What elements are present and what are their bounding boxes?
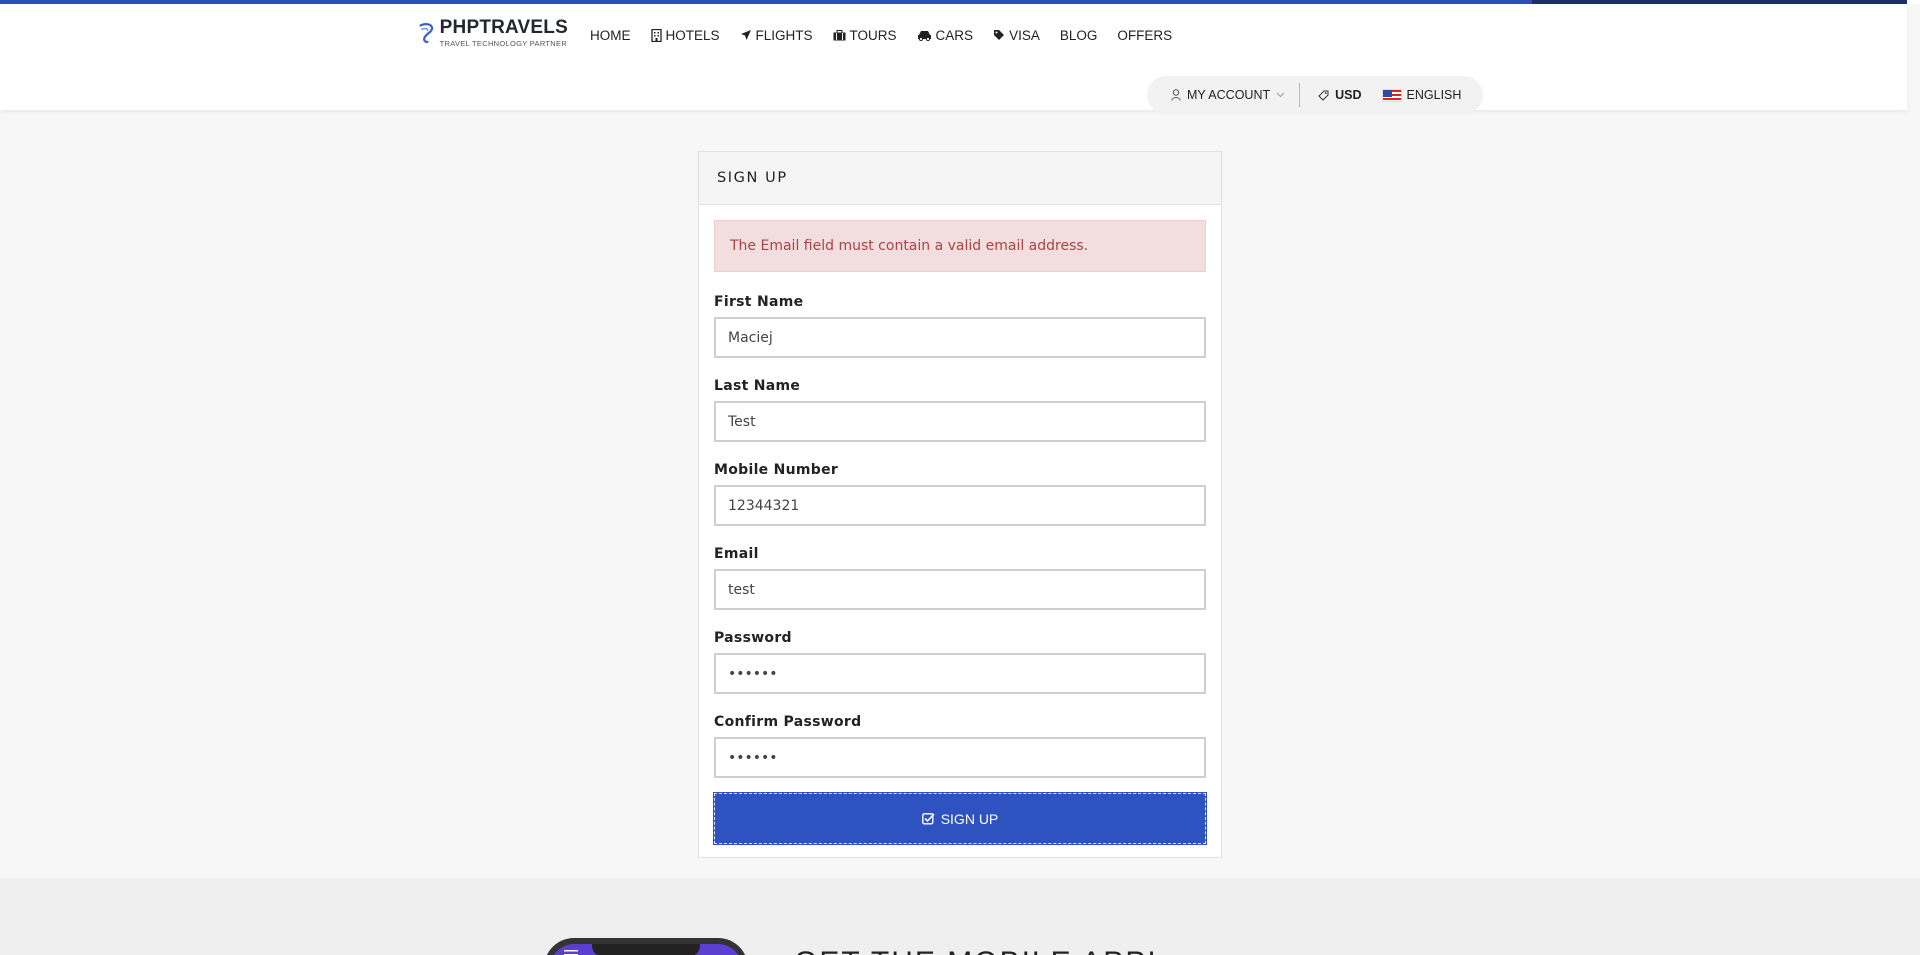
password-label: Password — [714, 630, 792, 646]
nav-flights[interactable]: FLIGHTS — [740, 28, 813, 43]
brand-name: PHPTRAVELS — [439, 17, 568, 38]
tag-icon — [993, 29, 1005, 41]
car-icon — [917, 30, 932, 41]
password-group: Password — [714, 630, 1206, 694]
nav-offers-label: OFFERS — [1117, 27, 1173, 43]
nav-hotels[interactable]: HOTELS — [650, 27, 720, 43]
nav-visa-label: VISA — [1009, 27, 1040, 43]
account-divider — [1299, 83, 1301, 107]
last-name-label: Last Name — [714, 378, 801, 394]
email-input[interactable] — [714, 569, 1206, 610]
menu-icon — [564, 950, 578, 955]
last-name-group: Last Name — [714, 378, 1206, 442]
password-input[interactable] — [714, 653, 1206, 694]
nav-cars[interactable]: CARS — [917, 27, 974, 43]
language-selector[interactable]: ENGLISH — [1381, 88, 1462, 102]
signup-card-header: SIGN UP — [699, 152, 1221, 205]
first-name-label: First Name — [714, 294, 804, 310]
us-flag-icon — [1381, 88, 1402, 102]
nav-visa[interactable]: VISA — [993, 28, 1040, 43]
nav-home[interactable]: HOME — [590, 28, 631, 43]
confirm-password-group: Confirm Password — [714, 714, 1206, 778]
currency-label: USD — [1335, 88, 1362, 102]
mobile-label: Mobile Number — [714, 462, 839, 478]
brand-logo[interactable]: PHPTRAVELS TRAVEL TECHNOLOGY PARTNER — [418, 16, 568, 50]
suitcase-icon — [833, 29, 846, 41]
mobile-input[interactable] — [714, 485, 1206, 526]
nav-blog[interactable]: BLOG — [1060, 28, 1098, 43]
my-account-dropdown[interactable]: MY ACCOUNT — [1171, 88, 1285, 102]
site-header: PHPTRAVELS TRAVEL TECHNOLOGY PARTNER HOM… — [0, 4, 1907, 114]
nav-cars-label: CARS — [935, 27, 974, 43]
user-icon — [1171, 89, 1181, 101]
nav-flights-label: FLIGHTS — [755, 27, 813, 43]
nav-tours[interactable]: TOURS — [833, 28, 897, 43]
account-bar: MY ACCOUNT USD ENGLISH — [1147, 76, 1483, 114]
nav-home-label: HOME — [590, 27, 631, 43]
first-name-input[interactable] — [714, 317, 1206, 358]
signup-form: The Email field must contain a valid ema… — [699, 205, 1221, 845]
last-name-input[interactable] — [714, 401, 1206, 442]
chevron-down-icon — [1276, 92, 1285, 98]
email-label: Email — [714, 546, 759, 562]
currency-selector[interactable]: USD — [1318, 88, 1362, 102]
plane-icon — [740, 29, 752, 41]
check-square-icon — [921, 812, 935, 825]
mobile-app-section — [0, 878, 1920, 955]
building-icon — [650, 28, 662, 42]
my-account-label: MY ACCOUNT — [1187, 88, 1271, 102]
confirm-password-input[interactable] — [714, 737, 1206, 778]
mobile-app-heading: GET THE MOBILE APP! — [794, 946, 1158, 955]
signup-title: SIGN UP — [717, 170, 788, 186]
nav-offers[interactable]: OFFERS — [1117, 28, 1172, 43]
error-alert: The Email field must contain a valid ema… — [714, 220, 1206, 272]
signup-card: SIGN UP The Email field must contain a v… — [698, 151, 1222, 858]
confirm-password-label: Confirm Password — [714, 714, 862, 730]
first-name-group: First Name — [714, 294, 1206, 358]
main-nav: HOME HOTELS FLIGHTS TOURS CARS VISA BLOG… — [590, 24, 1192, 46]
email-group: Email — [714, 546, 1206, 610]
phone-notch — [592, 944, 700, 955]
signup-button-label: SIGN UP — [940, 810, 999, 827]
nav-hotels-label: HOTELS — [665, 27, 720, 43]
brand-tagline: TRAVEL TECHNOLOGY PARTNER — [439, 39, 568, 48]
language-label: ENGLISH — [1406, 88, 1462, 102]
signup-button[interactable]: SIGN UP — [713, 792, 1207, 845]
nav-blog-label: BLOG — [1059, 27, 1098, 43]
exchange-icon — [1318, 90, 1329, 101]
mobile-group: Mobile Number — [714, 462, 1206, 526]
nav-tours-label: TOURS — [849, 27, 897, 43]
logo-icon — [419, 23, 434, 44]
